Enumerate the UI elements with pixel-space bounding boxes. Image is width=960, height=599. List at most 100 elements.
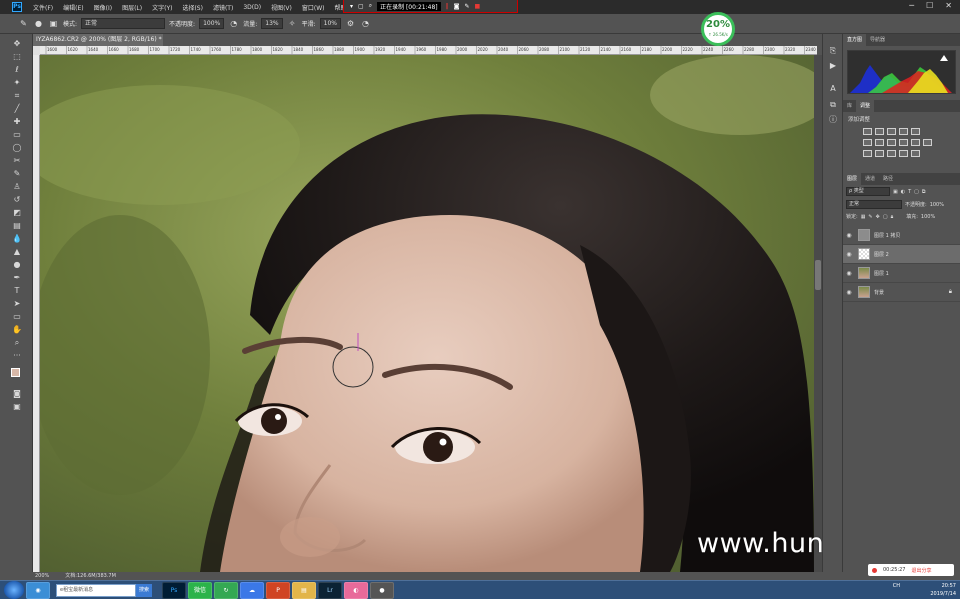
content-aware-move-icon[interactable]: ✂ (11, 155, 23, 166)
tray-date[interactable]: 2019/7/14 (930, 591, 956, 597)
tab-library[interactable]: 库 (843, 100, 856, 112)
tab-navigator[interactable]: 导航器 (866, 34, 889, 46)
fill-value[interactable]: 100% (921, 214, 935, 220)
screen-mode-icon[interactable]: ▣ (11, 401, 23, 412)
rectangle-tool-icon[interactable]: ▭ (11, 311, 23, 322)
layer-opacity-value[interactable]: 100% (930, 202, 944, 208)
info-panel-icon[interactable]: ⓘ (828, 115, 838, 125)
quick-mask-icon[interactable]: ◙ (11, 388, 23, 399)
properties-panel-icon[interactable]: ⧉ (828, 100, 838, 110)
menu-select[interactable]: 选择(S) (177, 3, 208, 12)
menu-filter[interactable]: 滤镜(T) (208, 3, 238, 12)
lock-artboard-icon[interactable]: ▢ (883, 214, 888, 220)
canvas-vertical-scrollbar[interactable] (814, 55, 822, 572)
close-icon[interactable]: ✕ (945, 1, 952, 10)
curves-icon[interactable] (887, 128, 896, 135)
tab-adjustments[interactable]: 调整 (856, 100, 875, 112)
character-panel-icon[interactable]: A (828, 84, 838, 94)
gradient-tool-icon[interactable]: ▤ (11, 220, 23, 231)
crop-tool-icon[interactable]: ⌗ (11, 90, 23, 101)
pen-icon[interactable]: ✎ (464, 3, 469, 10)
brush-tool-icon[interactable]: ✎ (11, 168, 23, 179)
ellipse-tool-icon[interactable]: ◯ (11, 142, 23, 153)
tray-time[interactable]: 20:57 (942, 583, 956, 589)
gradient-map-icon[interactable] (911, 150, 920, 157)
eye-icon[interactable]: ◉ (843, 232, 855, 239)
eye-icon[interactable]: ◉ (843, 251, 855, 258)
chevron-down-icon[interactable]: ▾ (350, 3, 353, 10)
color-lookup-icon[interactable] (923, 139, 932, 146)
mode-select[interactable]: 正常 (81, 18, 166, 29)
layer-row[interactable]: ◉ 图层 2 (843, 245, 960, 264)
photoshop-taskbar-icon[interactable]: Ps (162, 581, 186, 599)
more-tools-icon[interactable]: ··· (11, 350, 23, 361)
quick-select-tool-icon[interactable]: ✦ (11, 77, 23, 88)
selective-color-icon[interactable] (899, 150, 908, 157)
invert-icon[interactable] (863, 150, 872, 157)
start-button[interactable] (4, 581, 24, 599)
actions-panel-icon[interactable]: ▶ (828, 61, 838, 71)
layer-row[interactable]: ◉ 背景 🔒︎ (843, 283, 960, 302)
history-brush-tool-icon[interactable]: ↺ (11, 194, 23, 205)
image-canvas[interactable] (40, 55, 814, 572)
sharpen-tool-icon[interactable]: ▲ (11, 246, 23, 257)
eyedropper-tool-icon[interactable]: ╱ (11, 103, 23, 114)
pressure-size-icon[interactable]: ◔ (360, 18, 371, 29)
explorer-icon[interactable]: ▤ (292, 581, 316, 599)
blur-tool-icon[interactable]: 💧 (11, 233, 23, 244)
menu-3d[interactable]: 3D(D) (238, 4, 266, 11)
pressure-opacity-icon[interactable]: ◔ (228, 18, 239, 29)
brightness-icon[interactable] (863, 128, 872, 135)
brush-panel-icon[interactable]: ▣ (48, 18, 59, 29)
hand-tool-icon[interactable]: ✋ (11, 324, 23, 335)
lock-move-icon[interactable]: ✥ (876, 214, 880, 220)
tab-histogram[interactable]: 直方图 (843, 34, 867, 46)
flow-field[interactable]: 13% (261, 18, 283, 29)
document-tab[interactable]: IYZA6862.CR2 @ 200% (图层 2, RGB/16) * (33, 34, 163, 46)
tab-channels[interactable]: 通道 (861, 173, 879, 185)
smooth-field[interactable]: 10% (319, 18, 341, 29)
powerpoint-icon[interactable]: P (266, 581, 290, 599)
scrollbar-thumb[interactable] (815, 260, 821, 290)
clone-stamp-tool-icon[interactable]: ♙ (11, 181, 23, 192)
menu-image[interactable]: 图像(I) (89, 3, 117, 12)
airbrush-icon[interactable]: ✧ (287, 18, 298, 29)
pause-icon[interactable]: ‖ (446, 3, 449, 10)
taskbar-search-input[interactable]: e租宝最新消息 (56, 583, 136, 597)
zoom-level[interactable]: 200% (35, 572, 49, 580)
dodge-tool-icon[interactable]: ● (11, 259, 23, 270)
camera-icon[interactable]: ◙ (454, 3, 460, 10)
taskbar-search-button[interactable]: 搜索 (136, 583, 152, 597)
healing-brush-tool-icon[interactable]: ✚ (11, 116, 23, 127)
opacity-field[interactable]: 100% (199, 18, 225, 29)
zoom-tool-icon[interactable]: ⌕ (11, 337, 23, 348)
menu-type[interactable]: 文字(Y) (147, 3, 177, 12)
move-tool-icon[interactable]: ✥ (11, 38, 23, 49)
recorder-app-icon[interactable]: ● (370, 581, 394, 599)
layer-row[interactable]: ◉ 图层 1 (843, 264, 960, 283)
menu-view[interactable]: 视图(V) (266, 3, 297, 12)
levels-icon[interactable] (875, 128, 884, 135)
channel-mixer-icon[interactable] (911, 139, 920, 146)
gear-icon[interactable]: ⚙ (345, 18, 356, 29)
filter-shape-icon[interactable]: ▢ (914, 189, 919, 195)
exit-share-button[interactable]: 退出分享 (911, 567, 931, 574)
photo-filter-icon[interactable] (899, 139, 908, 146)
filter-pixel-icon[interactable]: ▣ (893, 189, 898, 195)
window-icon[interactable]: ▢ (358, 3, 364, 10)
pink-app-icon[interactable]: ◐ (344, 581, 368, 599)
black-white-icon[interactable] (887, 139, 896, 146)
posterize-icon[interactable] (875, 150, 884, 157)
menu-layer[interactable]: 图层(L) (117, 3, 147, 12)
lightroom-icon[interactable]: Lr (318, 581, 342, 599)
eye-icon[interactable]: ◉ (843, 289, 855, 296)
lasso-tool-icon[interactable]: ℓ (11, 64, 23, 75)
tray-language[interactable]: CH (893, 583, 900, 589)
hue-saturation-icon[interactable] (863, 139, 872, 146)
pen-tool-icon[interactable]: ✒ (11, 272, 23, 283)
brush-preset-icon[interactable]: ● (33, 18, 44, 29)
tab-layers[interactable]: 图层 (843, 173, 862, 185)
lock-all-icon[interactable]: 🔒︎ (891, 214, 894, 220)
type-tool-icon[interactable]: T (11, 285, 23, 296)
browser-icon[interactable]: ◉ (26, 581, 50, 599)
